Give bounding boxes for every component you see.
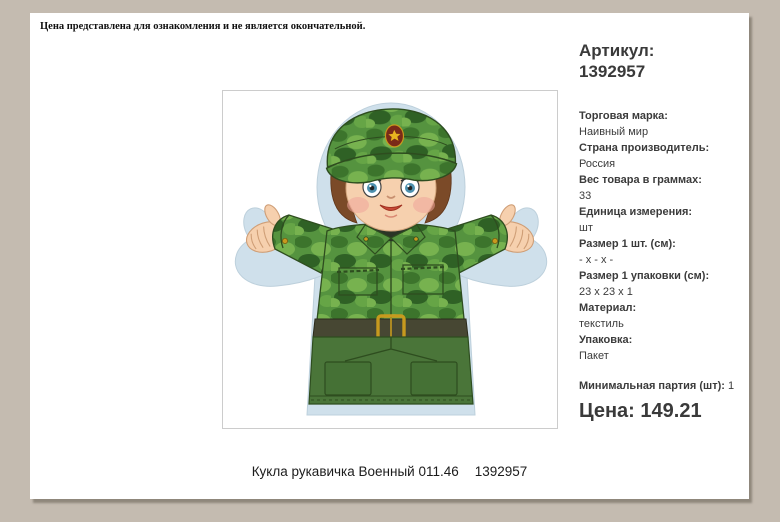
attribute-value: текстиль xyxy=(579,318,624,330)
article-number-block: Артикул: 1392957 xyxy=(579,40,747,82)
attribute-row: Единица измерения: шт xyxy=(579,204,747,236)
attribute-row: Упаковка: Пакет xyxy=(579,332,747,364)
attribute-label: Материал: xyxy=(579,302,637,314)
attribute-value: - x - x - xyxy=(579,254,614,266)
attribute-value: 33 xyxy=(579,190,592,202)
min-batch-label: Минимальная партия (шт): xyxy=(579,380,725,392)
article-value: 1392957 xyxy=(579,62,646,81)
attribute-value: Россия xyxy=(579,158,616,170)
attribute-label: Размер 1 упаковки (см): xyxy=(579,270,710,282)
attribute-list: Торговая марка: Наивный мир Страна произ… xyxy=(579,108,747,364)
price-disclaimer: Цена представлена для ознакомления и не … xyxy=(40,21,366,32)
attribute-label: Размер 1 шт. (см): xyxy=(579,238,676,250)
attribute-row: Страна производитель: Россия xyxy=(579,140,747,172)
article-label: Артикул: xyxy=(579,41,655,60)
product-info-panel: Артикул: 1392957 Торговая марка: Наивный… xyxy=(579,40,747,423)
attribute-label: Вес товара в граммах: xyxy=(579,174,702,186)
attribute-label: Страна производитель: xyxy=(579,142,710,154)
military-cap xyxy=(325,108,458,184)
soldier-puppet-illustration xyxy=(234,102,548,416)
price: Цена: 149.21 xyxy=(579,400,747,423)
attribute-value: Пакет xyxy=(579,350,609,362)
attribute-value: шт xyxy=(579,222,593,234)
attribute-row: Торговая марка: Наивный мир xyxy=(579,108,747,140)
product-image-frame xyxy=(222,90,558,429)
cheek xyxy=(413,197,435,213)
attribute-row: Вес товара в граммах: 33 xyxy=(579,172,747,204)
product-name: Кукла рукавичка Военный 011.46 xyxy=(251,464,459,479)
min-batch: Минимальная партия (шт): 1 xyxy=(579,378,747,394)
product-code: 1392957 xyxy=(474,464,528,479)
attribute-row: Размер 1 упаковки (см): 23 x 23 x 1 xyxy=(579,268,747,300)
price-label: Цена: xyxy=(579,400,635,422)
attribute-label: Торговая марка: xyxy=(579,110,668,122)
price-value: 149.21 xyxy=(640,400,702,422)
cheek xyxy=(347,197,369,213)
attribute-label: Упаковка: xyxy=(579,334,633,346)
product-sheet: Цена представлена для ознакомления и не … xyxy=(30,13,749,499)
attribute-row: Материал: текстиль xyxy=(579,300,747,332)
min-batch-value: 1 xyxy=(728,380,735,392)
attribute-label: Единица измерения: xyxy=(579,206,693,218)
catalog-screenshot: Цена представлена для ознакомления и не … xyxy=(0,0,780,522)
attribute-value: 23 x 23 x 1 xyxy=(579,286,633,298)
product-caption: Кукла рукавичка Военный 011.46 1392957 xyxy=(30,464,749,479)
attribute-value: Наивный мир xyxy=(579,126,649,138)
attribute-row: Размер 1 шт. (см): - x - x - xyxy=(579,236,747,268)
